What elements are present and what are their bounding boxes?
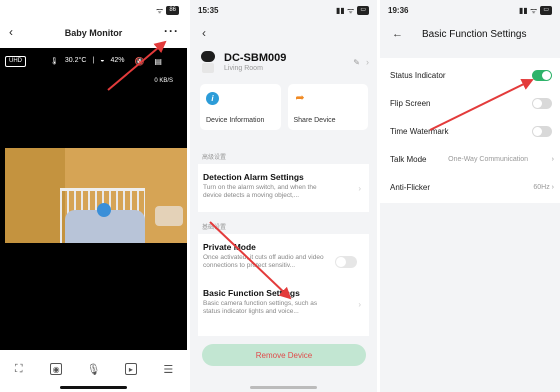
tile-label: Share Device xyxy=(293,117,336,124)
menu-icon[interactable]: ☰ xyxy=(162,363,174,376)
private-mode-item[interactable]: Private Mode Once activated, it cuts off… xyxy=(203,242,361,282)
camera-device-icon xyxy=(200,51,216,73)
device-settings-screen: 15:35 ▮▮ ᯤ ▭ ‹ DC-SBM009 Living Room ✎ ›… xyxy=(190,0,377,392)
battery-icon: 86 xyxy=(166,5,179,15)
video-overlay-bar: UHD 🌡 30.2°C | ◒ 42% 🔇 ▤ xyxy=(5,54,182,68)
wall-shadow xyxy=(5,148,65,243)
nav-bar: ‹ Baby Monitor ··· xyxy=(0,22,187,44)
row-label: Status Indicator xyxy=(390,70,446,80)
share-arrow-icon: ➦ xyxy=(295,92,305,104)
device-name: DC-SBM009 xyxy=(224,52,287,64)
signal-icon: ▮▮ ᯤ xyxy=(335,5,355,15)
home-indicator xyxy=(250,386,317,389)
talk-mode-row[interactable]: Talk Mode One-Way Communication › xyxy=(390,152,554,166)
fullscreen-icon[interactable]: ⛶ xyxy=(13,363,25,375)
chevron-right-icon: › xyxy=(358,184,361,193)
item-description: Basic camera function settings, such as … xyxy=(203,300,318,315)
item-title: Detection Alarm Settings xyxy=(203,172,304,182)
item-title: Private Mode xyxy=(203,242,256,252)
signal-icon: ▮▮ ᯤ xyxy=(518,5,538,15)
status-bar: 15:35 ▮▮ ᯤ ▭ xyxy=(190,0,377,20)
item-description: Once activated, it cuts off audio and vi… xyxy=(203,254,324,269)
chevron-right-icon: › xyxy=(358,300,361,309)
nav-bar: ← Basic Function Settings xyxy=(380,24,560,44)
clock: 15:35 xyxy=(198,5,219,15)
divider xyxy=(187,0,190,392)
chevron-right-icon: › xyxy=(549,155,554,163)
device-header[interactable]: DC-SBM009 Living Room ✎ › xyxy=(200,48,369,76)
tile-label: Device Information xyxy=(206,117,265,124)
thermometer-icon: 🌡 xyxy=(50,58,59,65)
row-label: Anti-Flicker xyxy=(390,182,431,192)
row-value: 60Hz xyxy=(533,183,550,191)
page-title: Baby Monitor xyxy=(64,28,123,38)
info-icon: i xyxy=(206,92,219,105)
clock: 19:36 xyxy=(388,5,409,15)
item-title: Basic Function Settings xyxy=(203,288,300,298)
mute-icon[interactable]: 🔇 xyxy=(134,57,144,66)
basic-function-settings-item[interactable]: Basic Function Settings Basic camera fun… xyxy=(203,288,361,328)
bitrate-readout: 0 KB/S xyxy=(154,78,173,84)
status-icons: ▮▮ ᯤ ▭ xyxy=(519,5,552,16)
page-title: Basic Function Settings xyxy=(422,28,527,40)
row-label: Flip Screen xyxy=(390,98,431,108)
settings-list: Status Indicator Flip Screen Time Waterm… xyxy=(380,58,560,203)
edit-pencil-icon[interactable]: ✎ xyxy=(353,58,360,67)
status-indicator-toggle[interactable] xyxy=(532,69,552,81)
basic-settings-card: Private Mode Once activated, it cuts off… xyxy=(198,234,369,336)
humidity-icon: ◒ xyxy=(100,57,105,64)
remove-device-button[interactable]: Remove Device xyxy=(202,344,366,366)
separator: | xyxy=(92,57,95,64)
live-video[interactable]: UHD 🌡 30.2°C | ◒ 42% 🔇 ▤ 0 KB/S xyxy=(0,48,187,350)
chevron-left-icon[interactable]: ‹ xyxy=(9,25,13,39)
anti-flicker-row[interactable]: Anti-Flicker 60Hz › xyxy=(390,180,554,194)
battery-icon: ▭ xyxy=(357,5,369,15)
more-dots-icon[interactable]: ··· xyxy=(164,24,179,38)
row-label: Talk Mode xyxy=(390,154,427,164)
status-icons: ▮▮ ᯤ ▭ xyxy=(336,5,369,16)
row-value: One-Way Communication xyxy=(448,155,529,163)
battery-icon: ▭ xyxy=(540,5,552,15)
humidity-readout: 42% xyxy=(110,57,125,64)
video-controls: ⛶ ◉ 🎙 ▸ ☰ xyxy=(0,355,187,383)
pillow xyxy=(155,206,183,226)
chevron-right-icon: › xyxy=(549,183,554,191)
row-label: Time Watermark xyxy=(390,126,449,136)
chevron-left-icon[interactable]: ‹ xyxy=(202,26,206,40)
detection-alarm-card[interactable]: Detection Alarm Settings Turn on the ala… xyxy=(198,164,369,212)
record-icon[interactable]: ▸ xyxy=(124,363,137,375)
wifi-icon: ᯤ xyxy=(156,5,164,15)
status-icons: ᯤ 86 xyxy=(156,5,179,16)
temperature-readout: 30.2°C xyxy=(64,57,87,64)
device-room: Living Room xyxy=(224,65,263,72)
status-bar: ᯤ 86 xyxy=(0,0,187,20)
chevron-right-icon: › xyxy=(366,57,369,67)
share-device-tile[interactable]: ➦ Share Device xyxy=(287,84,368,130)
detection-alarm-item[interactable]: Detection Alarm Settings Turn on the ala… xyxy=(203,172,361,200)
basic-function-settings-screen: 19:36 ▮▮ ᯤ ▭ ← Basic Function Settings S… xyxy=(380,0,560,392)
status-indicator-row[interactable]: Status Indicator xyxy=(390,68,554,82)
quick-tiles: i Device Information ➦ Share Device xyxy=(200,84,368,130)
back-arrow-icon[interactable]: ← xyxy=(392,28,403,40)
device-information-tile[interactable]: i Device Information xyxy=(200,84,281,130)
quality-badge[interactable]: UHD xyxy=(5,55,26,67)
item-description: Turn on the alarm switch, and when the d… xyxy=(203,184,317,199)
baby-monitor-screen: ᯤ 86 ‹ Baby Monitor ··· UHD 🌡 30.2°C | ◒… xyxy=(0,0,187,392)
snapshot-icon[interactable]: ◉ xyxy=(50,363,63,375)
microphone-icon[interactable]: 🎙 xyxy=(86,363,100,376)
section-label-basic: 基础设置 xyxy=(202,225,227,231)
flip-screen-row[interactable]: Flip Screen xyxy=(390,96,554,110)
time-watermark-row[interactable]: Time Watermark xyxy=(390,124,554,138)
flip-screen-toggle[interactable] xyxy=(532,97,552,109)
time-watermark-toggle[interactable] xyxy=(532,125,552,137)
plush-toy xyxy=(97,203,111,217)
private-mode-toggle[interactable] xyxy=(335,256,357,268)
storage-card-icon[interactable]: ▤ xyxy=(154,57,162,66)
status-bar: 19:36 ▮▮ ᯤ ▭ xyxy=(380,0,560,20)
divider xyxy=(377,0,380,392)
camera-image xyxy=(5,148,187,243)
section-label-advanced: 高级设置 xyxy=(202,155,227,161)
home-indicator xyxy=(60,386,127,389)
